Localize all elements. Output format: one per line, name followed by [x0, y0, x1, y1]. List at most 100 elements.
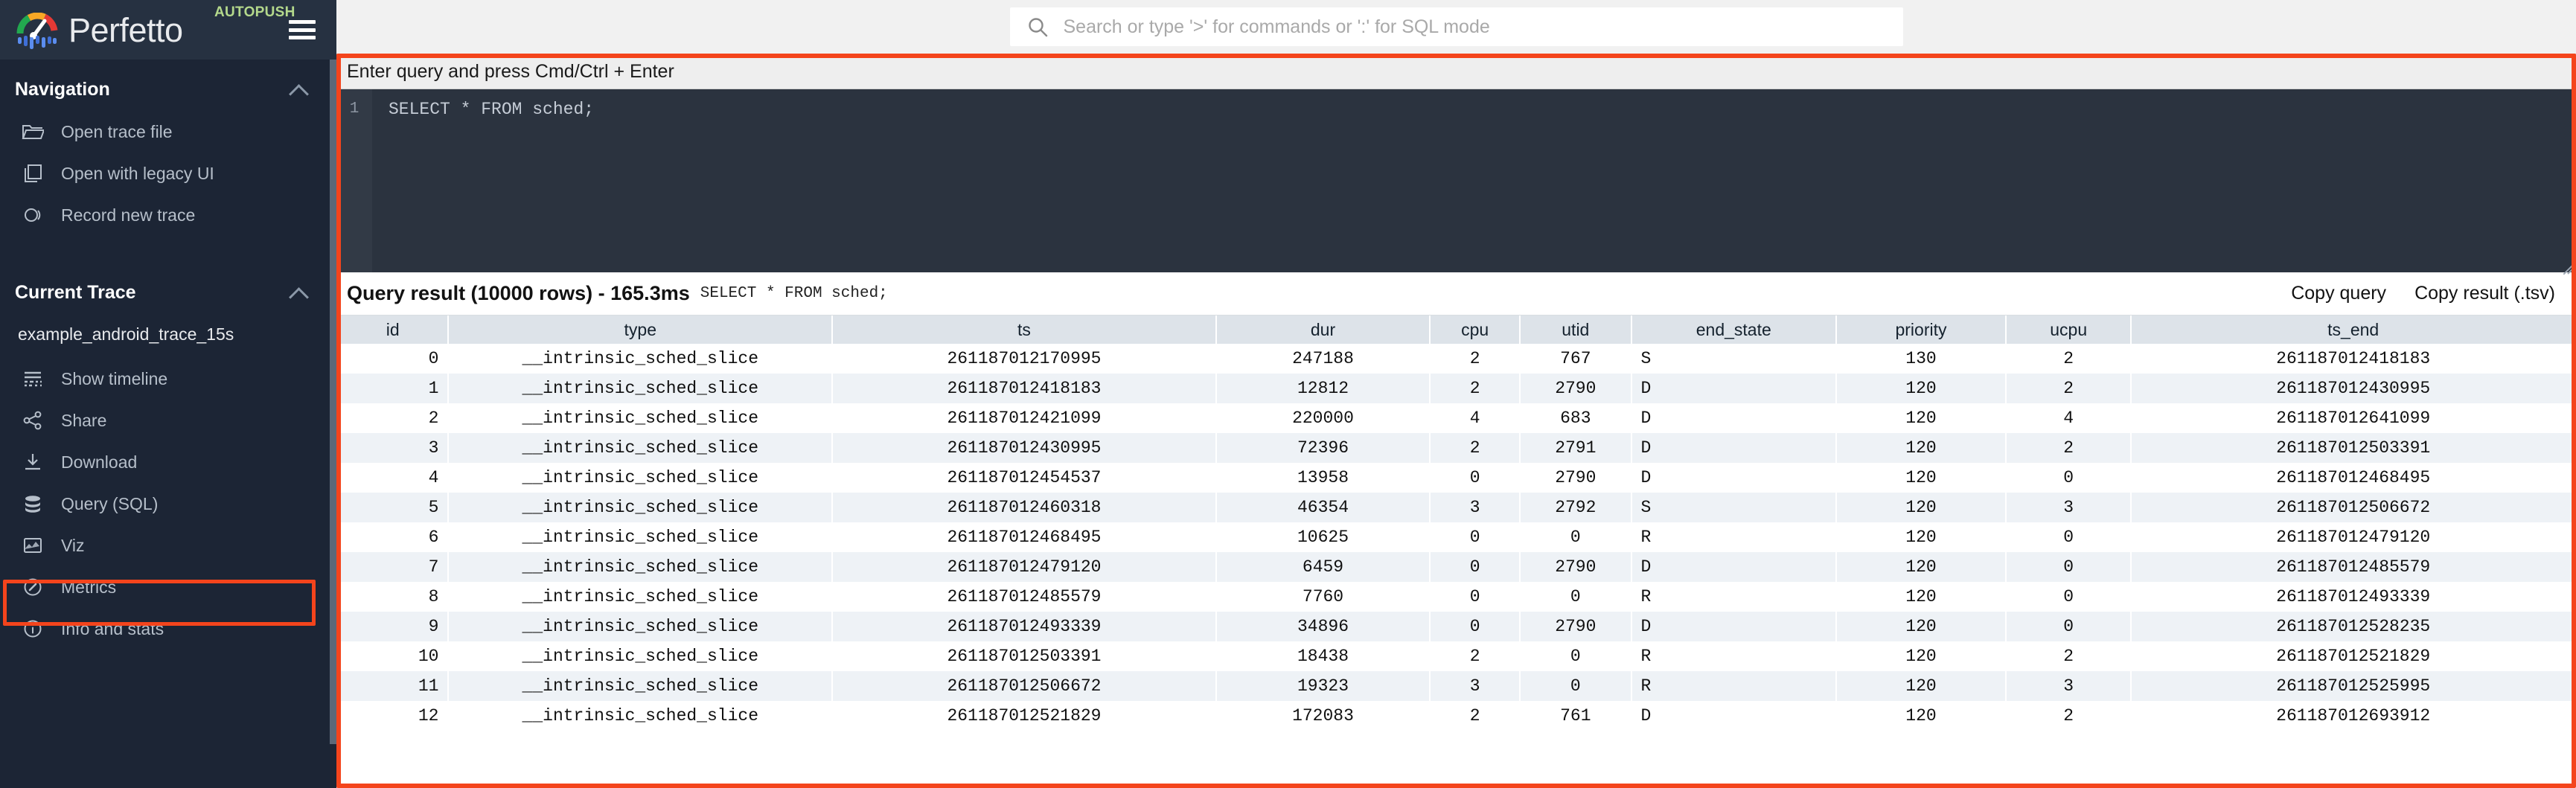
- sidebar-section-navigation-label: Navigation: [15, 79, 110, 100]
- table-cell-ts_end: 261187012528235: [2132, 612, 2575, 641]
- table-column-header-utid[interactable]: utid: [1521, 315, 1631, 344]
- brand-name: Perfetto: [68, 10, 183, 49]
- sidebar-item-query-sql[interactable]: Query (SQL): [0, 483, 336, 525]
- table-column-header-priority[interactable]: priority: [1837, 315, 2005, 344]
- table-cell-cpu: 0: [1431, 463, 1520, 493]
- table-cell-ucpu: 2: [2006, 433, 2131, 463]
- table-cell-ts: 261187012493339: [833, 612, 1215, 641]
- table-cell-ucpu: 2: [2006, 344, 2131, 374]
- hamburger-icon[interactable]: [289, 20, 316, 39]
- table-cell-utid: 2790: [1521, 463, 1631, 493]
- table-cell-ucpu: 4: [2006, 403, 2131, 433]
- sidebar-item-label: Metrics: [61, 577, 117, 597]
- table-column-header-ts[interactable]: ts: [833, 315, 1215, 344]
- table-cell-ts: 261187012479120: [833, 552, 1215, 582]
- sidebar-item-open-trace-file[interactable]: Open trace file: [0, 111, 336, 153]
- table-column-header-id[interactable]: id: [338, 315, 448, 344]
- table-row[interactable]: 10 __intrinsic_sched_slice 261187012503391…: [338, 641, 2575, 671]
- query-result-table-container[interactable]: id type ts dur cpu utid end_state priority ucpu t…: [336, 315, 2576, 788]
- sidebar-item-label: Show timeline: [61, 368, 168, 388]
- table-cell-dur: 172083: [1216, 701, 1430, 731]
- table-column-header-type[interactable]: type: [449, 315, 832, 344]
- table-cell-ts_end: 261187012521829: [2132, 641, 2575, 671]
- query-editor[interactable]: 1 SELECT * FROM sched;: [336, 89, 2576, 275]
- table-cell-type: __intrinsic_sched_slice: [449, 612, 832, 641]
- sidebar-item-label: Open with legacy UI: [61, 163, 214, 183]
- search-input[interactable]: [1063, 16, 1903, 38]
- table-cell-ts_end: 261187012506672: [2132, 493, 2575, 522]
- sidebar-scrollbar[interactable]: [330, 60, 336, 744]
- table-row[interactable]: 9 __intrinsic_sched_slice 261187012493339 3…: [338, 612, 2575, 641]
- table-cell-ts: 261187012454537: [833, 463, 1215, 493]
- database-icon: [18, 493, 48, 515]
- chevron-up-icon[interactable]: [289, 84, 308, 95]
- table-cell-priority: 120: [1837, 582, 2005, 612]
- table-cell-priority: 120: [1837, 463, 2005, 493]
- sidebar-section-navigation[interactable]: Navigation: [0, 60, 336, 111]
- table-cell-dur: 46354: [1216, 493, 1430, 522]
- perfetto-logo-icon: [16, 12, 60, 50]
- table-cell-utid: 2790: [1521, 612, 1631, 641]
- table-cell-dur: 10625: [1216, 522, 1430, 552]
- copy-query-button[interactable]: Copy query: [2291, 283, 2386, 304]
- table-cell-utid: 0: [1521, 522, 1631, 552]
- table-body: 0 __intrinsic_sched_slice 261187012170995 2…: [338, 344, 2575, 731]
- table-column-header-end_state[interactable]: end_state: [1631, 315, 1836, 344]
- app-root: Perfetto AUTOPUSH Navigation Open trace: [0, 0, 2576, 788]
- sidebar-header: Perfetto AUTOPUSH: [0, 0, 336, 60]
- table-cell-priority: 120: [1837, 403, 2005, 433]
- sidebar-item-label: Info and stats: [61, 618, 164, 638]
- sidebar-item-open-with-legacy-ui[interactable]: Open with legacy UI: [0, 153, 336, 194]
- table-cell-dur: 72396: [1216, 433, 1430, 463]
- table-cell-cpu: 0: [1431, 522, 1520, 552]
- table-row[interactable]: 0 __intrinsic_sched_slice 261187012170995 2…: [338, 344, 2575, 374]
- sidebar-item-record-new-trace[interactable]: Record new trace: [0, 194, 336, 236]
- table-row[interactable]: 8 __intrinsic_sched_slice 261187012485579 7…: [338, 582, 2575, 612]
- table-cell-utid: 2790: [1521, 552, 1631, 582]
- sidebar-item-show-timeline[interactable]: Show timeline: [0, 358, 336, 400]
- table-column-header-cpu[interactable]: cpu: [1431, 315, 1520, 344]
- table-cell-id: 8: [338, 582, 448, 612]
- table-cell-end_state: D: [1631, 433, 1836, 463]
- sidebar-item-share[interactable]: Share: [0, 400, 336, 441]
- table-cell-ts_end: 261187012430995: [2132, 374, 2575, 403]
- table-row[interactable]: 2 __intrinsic_sched_slice 261187012421099 2…: [338, 403, 2575, 433]
- omnibox[interactable]: [1009, 7, 1903, 46]
- table-column-header-dur[interactable]: dur: [1216, 315, 1430, 344]
- editor-resize-handle[interactable]: [2557, 254, 2574, 275]
- sidebar-item-viz[interactable]: Viz: [0, 525, 336, 566]
- chevron-up-icon[interactable]: [289, 287, 308, 298]
- copy-result-tsv-button[interactable]: Copy result (.tsv): [2414, 283, 2555, 304]
- table-cell-ts_end: 261187012493339: [2132, 582, 2575, 612]
- table-cell-ts: 261187012468495: [833, 522, 1215, 552]
- table-cell-end_state: R: [1631, 671, 1836, 701]
- table-cell-dur: 34896: [1216, 612, 1430, 641]
- sidebar-item-download[interactable]: Download: [0, 441, 336, 483]
- table-cell-end_state: D: [1631, 701, 1836, 731]
- table-cell-priority: 120: [1837, 552, 2005, 582]
- table-row[interactable]: 5 __intrinsic_sched_slice 261187012460318 4…: [338, 493, 2575, 522]
- table-cell-id: 12: [338, 701, 448, 731]
- table-cell-id: 3: [338, 433, 448, 463]
- query-editor-text[interactable]: SELECT * FROM sched;: [372, 89, 2576, 272]
- table-cell-utid: 683: [1521, 403, 1631, 433]
- table-cell-dur: 19323: [1216, 671, 1430, 701]
- sidebar-item-info-and-stats[interactable]: Info and stats: [0, 608, 336, 650]
- table-cell-priority: 120: [1837, 374, 2005, 403]
- table-row[interactable]: 1 __intrinsic_sched_slice 261187012418183 1…: [338, 374, 2575, 403]
- table-row[interactable]: 6 __intrinsic_sched_slice 261187012468495 1…: [338, 522, 2575, 552]
- table-column-header-ts_end[interactable]: ts_end: [2132, 315, 2575, 344]
- table-cell-type: __intrinsic_sched_slice: [449, 701, 832, 731]
- table-row[interactable]: 12 __intrinsic_sched_slice 261187012521829…: [338, 701, 2575, 731]
- table-row[interactable]: 11 __intrinsic_sched_slice 261187012506672…: [338, 671, 2575, 701]
- table-row[interactable]: 4 __intrinsic_sched_slice 261187012454537 1…: [338, 463, 2575, 493]
- table-row[interactable]: 3 __intrinsic_sched_slice 261187012430995 7…: [338, 433, 2575, 463]
- sidebar-item-metrics[interactable]: Metrics: [0, 566, 336, 608]
- table-cell-cpu: 4: [1431, 403, 1520, 433]
- query-result-table: id type ts dur cpu utid end_state priority ucpu t…: [336, 315, 2576, 731]
- sidebar-section-current-trace[interactable]: Current Trace: [0, 263, 336, 314]
- table-row[interactable]: 7 __intrinsic_sched_slice 261187012479120 6…: [338, 552, 2575, 582]
- table-cell-ucpu: 0: [2006, 552, 2131, 582]
- table-cell-dur: 6459: [1216, 552, 1430, 582]
- table-column-header-ucpu[interactable]: ucpu: [2006, 315, 2131, 344]
